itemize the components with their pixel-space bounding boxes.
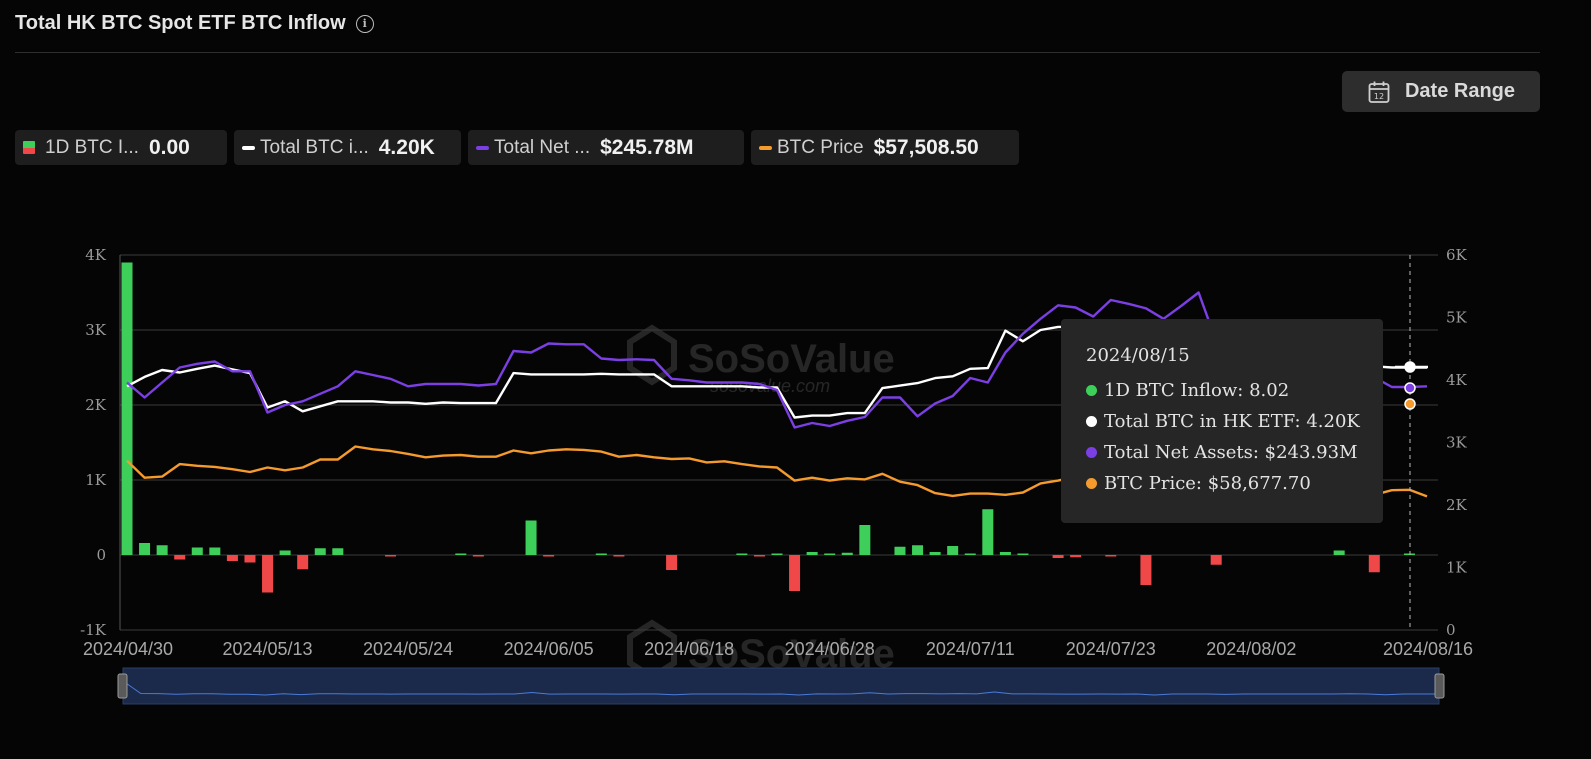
inflow-bar: [1333, 550, 1345, 555]
inflow-bar: [929, 552, 941, 555]
hover-cursor: [1395, 255, 1428, 630]
y-right-tick-label: 4K: [1446, 371, 1468, 389]
inflow-bar: [999, 552, 1011, 555]
y-left-tick-label: 2K: [85, 396, 107, 414]
tooltip-date: 2024/08/15: [1086, 345, 1190, 366]
inflow-bar: [1210, 555, 1222, 565]
y-right-tick-label: 0: [1446, 621, 1456, 639]
inflow-bar: [1105, 555, 1117, 557]
inflow-bar: [226, 555, 238, 561]
y-left-tick-label: 3K: [85, 321, 107, 339]
inflow-bar: [297, 555, 309, 570]
x-tick-label: 2024/08/16: [1383, 639, 1473, 659]
inflow-bar: [912, 545, 924, 555]
inflow-bar: [753, 555, 765, 557]
dot-icon: [1086, 416, 1097, 427]
tooltip-row-net-assets: Total Net Assets: $243.93M: [1086, 437, 1383, 468]
x-tick-label: 2024/06/05: [504, 639, 594, 659]
inflow-bar: [121, 262, 133, 555]
inflow-bar: [964, 553, 976, 555]
watermark: SoSoValuesosovalue.comSoSoValuesosovalue…: [627, 324, 895, 691]
y-right-tick-label: 1K: [1446, 559, 1468, 577]
inflow-bar: [209, 547, 221, 555]
inflow-bar: [156, 545, 168, 555]
inflow-bar: [1052, 555, 1064, 558]
x-tick-label: 2024/05/13: [222, 639, 312, 659]
inflow-bar: [894, 546, 906, 555]
dot-icon: [1086, 447, 1097, 458]
y-left-tick-label: 1K: [85, 471, 107, 489]
y-right-tick-label: 3K: [1446, 434, 1468, 452]
inflow-bar: [472, 555, 484, 557]
inflow-bar: [1403, 553, 1415, 555]
inflow-bar: [613, 555, 625, 557]
tooltip-row-inflow: 1D BTC Inflow: 8.02: [1086, 375, 1383, 406]
tooltip-text: 1D BTC Inflow: 8.02: [1104, 380, 1290, 401]
x-tick-label: 2024/05/24: [363, 639, 453, 659]
x-tick-label: 2024/08/02: [1206, 639, 1296, 659]
tooltip-text: BTC Price: $58,677.70: [1104, 473, 1311, 494]
inflow-bar: [543, 555, 555, 557]
inflow-bar: [279, 550, 291, 555]
inflow-bar: [455, 553, 467, 555]
inflow-bar: [191, 547, 203, 555]
slider-track: [122, 667, 1440, 705]
inflow-bar: [789, 555, 801, 591]
tooltip-text: Total Net Assets: $243.93M: [1104, 442, 1358, 463]
cursor-dot: [1404, 382, 1416, 394]
x-tick-label: 2024/07/11: [926, 639, 1015, 659]
inflow-bar: [806, 552, 818, 555]
inflow-bar: [244, 555, 256, 563]
range-slider[interactable]: [117, 667, 1445, 705]
inflow-bar: [947, 546, 959, 555]
inflow-bar: [1017, 553, 1029, 555]
tooltip-text: Total BTC in HK ETF: 4.20K: [1104, 411, 1360, 432]
inflow-bar: [982, 509, 994, 555]
watermark-brand: SoSoValue: [688, 337, 895, 381]
inflow-bar: [595, 553, 607, 555]
cursor-dot: [1404, 398, 1416, 410]
slider-handle-right: [1434, 673, 1445, 699]
tooltip-row-btc-price: BTC Price: $58,677.70: [1086, 468, 1383, 499]
y-left-tick-label: 0: [96, 546, 106, 564]
x-tick-label: 2024/06/28: [785, 639, 875, 659]
inflow-bar: [1140, 555, 1152, 585]
inflow-bar: [314, 548, 326, 555]
inflow-bar: [771, 553, 783, 555]
y-right-tick-label: 6K: [1446, 246, 1468, 264]
x-tick-label: 2024/07/23: [1066, 639, 1156, 659]
slider-handle-left: [117, 673, 128, 699]
inflow-bar: [174, 555, 186, 560]
y-left-tick-label: 4K: [85, 246, 107, 264]
y-left-tick-label: -1K: [80, 621, 107, 639]
dot-icon: [1086, 385, 1097, 396]
y-right-tick-label: 2K: [1446, 496, 1468, 514]
inflow-bar: [332, 548, 344, 555]
inflow-bar: [525, 520, 537, 555]
inflow-bar: [385, 555, 397, 557]
inflow-bar: [1368, 555, 1380, 573]
inflow-bar: [841, 552, 853, 555]
inflow-bar: [666, 555, 678, 570]
inflow-bar: [262, 555, 274, 593]
dot-icon: [1086, 478, 1097, 489]
inflow-bar: [859, 525, 871, 555]
inflow-bar: [1070, 555, 1082, 558]
inflow-bar: [824, 553, 836, 555]
chart-tooltip: 2024/08/15 1D BTC Inflow: 8.02 Total BTC…: [1061, 319, 1383, 523]
x-tick-label: 2024/06/18: [644, 639, 734, 659]
y-right-tick-label: 5K: [1446, 309, 1468, 327]
inflow-bar: [139, 543, 151, 555]
inflow-bar: [736, 553, 748, 555]
x-tick-label: 2024/04/30: [83, 639, 173, 659]
tooltip-row-total-btc: Total BTC in HK ETF: 4.20K: [1086, 406, 1383, 437]
